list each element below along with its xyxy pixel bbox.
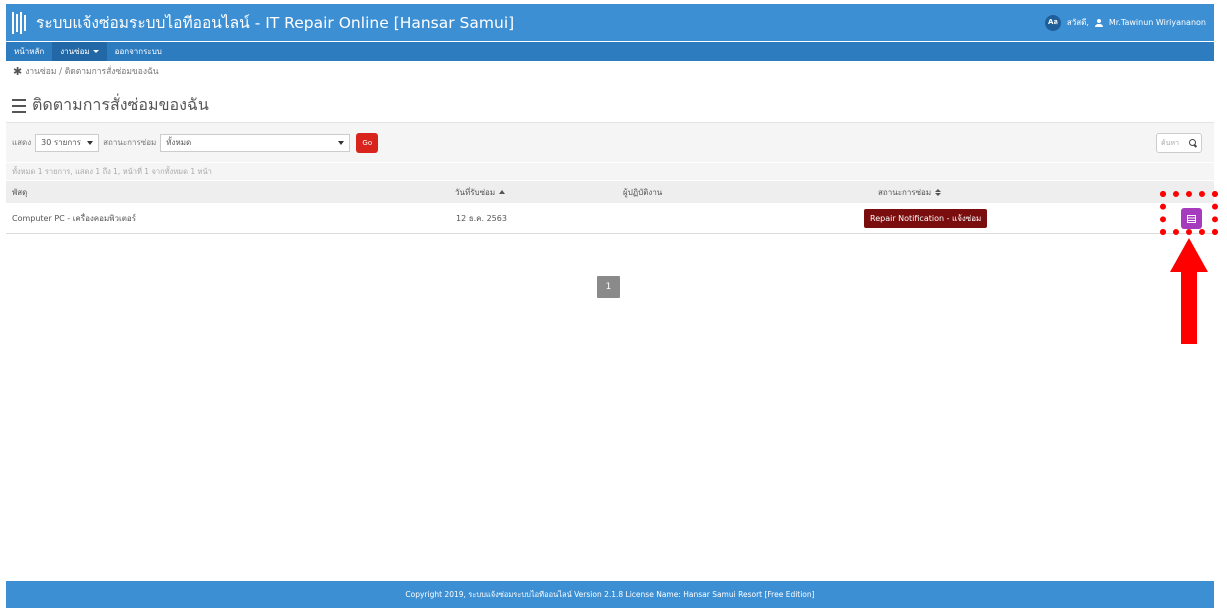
- column-header-item-label: พัสดุ: [12, 187, 28, 197]
- breadcrumb: ✱ งานซ่อม / ติดตามการสั่งซ่อมของฉัน: [13, 64, 159, 78]
- nav-item-home-label: หน้าหลัก: [14, 47, 45, 56]
- bars-logo-icon: [12, 11, 30, 34]
- column-header-operator-label: ผู้ปฏิบัติงาน: [623, 187, 663, 197]
- table-header: พัสดุ วันที่รับซ่อม ผู้ปฏิบัติงาน สถานะก…: [6, 181, 1214, 203]
- column-header-status-label: สถานะการซ่อม: [878, 187, 932, 197]
- pagination-page-button[interactable]: 1: [597, 276, 620, 298]
- page-size-value: 30 รายการ: [41, 138, 81, 147]
- checklist-icon: [12, 98, 26, 113]
- sort-asc-icon: [499, 190, 506, 194]
- status-cell: Repair Notification - แจ้งซ่อม: [864, 203, 988, 233]
- go-button[interactable]: Go: [356, 132, 379, 153]
- up-arrow-icon: [1170, 238, 1208, 344]
- header-user-area: Aล สวัสดี, Mr.Tawinun Wiriyananon: [1044, 4, 1206, 41]
- nav-item-repair-label: งานซ่อม: [60, 47, 90, 56]
- cell-item: Computer PC - เครื่องคอมพิวเตอร์: [12, 213, 137, 223]
- page-size-select[interactable]: 30 รายการ: [35, 133, 100, 152]
- language-badge[interactable]: Aล: [1044, 14, 1061, 31]
- app-title[interactable]: ระบบแจ้งซ่อมระบบไอทีออนไลน์ - IT Repair …: [36, 10, 514, 35]
- greeting-text: สวัสดี,: [1066, 18, 1089, 27]
- footer: Copyright 2019, ระบบแจ้งซ่อมระบบไอทีออนไ…: [6, 581, 1214, 608]
- footer-text: Copyright 2019, ระบบแจ้งซ่อมระบบไอทีออนไ…: [405, 589, 815, 599]
- cell-date: 12 ธ.ค. 2563: [456, 213, 507, 223]
- chevron-down-icon: [338, 140, 345, 145]
- user-name[interactable]: Mr.Tawinun Wiriyananon: [1109, 18, 1206, 27]
- status-select[interactable]: ทั้งหมด: [160, 133, 351, 152]
- main-nav: หน้าหลัก งานซ่อม ออกจากระบบ: [6, 42, 1214, 61]
- column-header-date-label: วันที่รับซ่อม: [455, 187, 496, 197]
- search-placeholder: ค้นหา: [1161, 138, 1180, 147]
- highlight-box: [1160, 191, 1218, 235]
- star-icon: ✱: [13, 64, 23, 78]
- sort-icon: [935, 188, 942, 196]
- page-title-text: ติดตามการสั่งซ่อมของฉัน: [32, 95, 209, 114]
- filter-bar: แสดง 30 รายการ สถานะการซ่อม ทั้งหมด Go ค…: [6, 122, 1214, 162]
- top-header: ระบบแจ้งซ่อมระบบไอทีออนไลน์ - IT Repair …: [6, 4, 1214, 41]
- nav-item-home[interactable]: หน้าหลัก: [6, 42, 52, 61]
- search-input[interactable]: ค้นหา: [1156, 133, 1202, 153]
- result-summary: ทั้งหมด 1 รายการ, แสดง 1 ถึง 1, หน้าที่ …: [6, 163, 1214, 180]
- status-badge: Repair Notification - แจ้งซ่อม: [864, 208, 988, 228]
- page-title: ติดตามการสั่งซ่อมของฉัน: [12, 93, 209, 118]
- status-select-value: ทั้งหมด: [166, 138, 192, 147]
- column-header-date[interactable]: วันที่รับซ่อม: [455, 181, 506, 203]
- column-header-status[interactable]: สถานะการซ่อม: [878, 181, 942, 203]
- chevron-down-icon: [92, 50, 99, 53]
- table-row: Computer PC - เครื่องคอมพิวเตอร์ 12 ธ.ค.…: [6, 203, 1214, 234]
- breadcrumb-text[interactable]: งานซ่อม / ติดตามการสั่งซ่อมของฉัน: [25, 64, 158, 78]
- nav-item-repair[interactable]: งานซ่อม: [52, 42, 107, 61]
- chevron-down-icon: [87, 140, 94, 145]
- user-icon: [1094, 18, 1103, 27]
- show-label: แสดง: [12, 138, 32, 147]
- search-icon[interactable]: [1189, 139, 1197, 147]
- nav-item-logout[interactable]: ออกจากระบบ: [107, 42, 170, 61]
- status-label: สถานะการซ่อม: [103, 138, 157, 147]
- column-header-operator[interactable]: ผู้ปฏิบัติงาน: [623, 181, 662, 203]
- column-header-item[interactable]: พัสดุ: [12, 181, 27, 203]
- nav-item-logout-label: ออกจากระบบ: [114, 47, 162, 56]
